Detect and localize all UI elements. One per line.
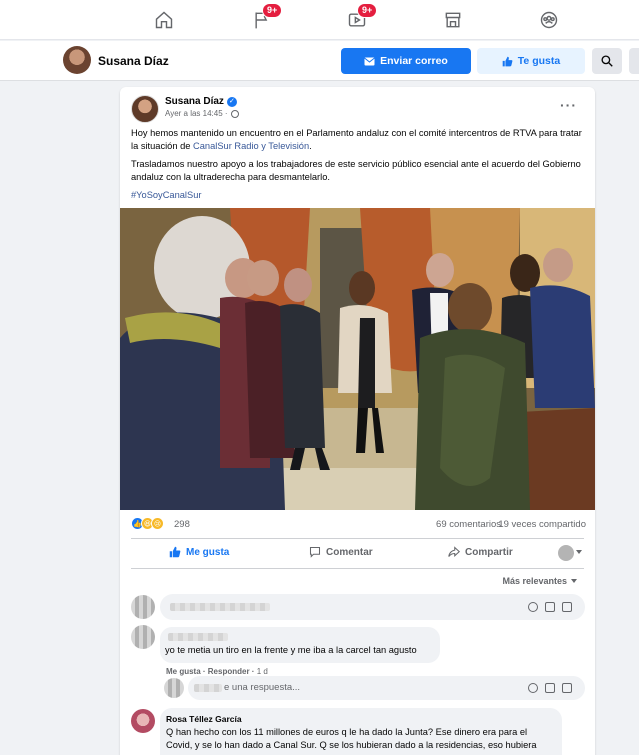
comment-action-button[interactable]: Comentar [309, 546, 373, 558]
envelope-icon [364, 57, 375, 65]
post-paragraph-2: Trasladamos nuestro apoyo a los trabajad… [131, 159, 581, 182]
groups-icon [540, 11, 558, 29]
avatar[interactable] [131, 595, 155, 619]
send-email-label: Enviar correo [380, 55, 448, 67]
redacted-name [168, 633, 228, 641]
thumbs-up-icon [169, 546, 181, 558]
divider [131, 538, 584, 539]
share-icon [448, 546, 460, 557]
reply-input-tools [528, 683, 572, 693]
avatar[interactable] [131, 625, 155, 649]
comment-input-tools [528, 602, 572, 612]
emoji-icon[interactable] [528, 683, 538, 693]
page-like-label: Te gusta [517, 55, 561, 67]
post-options-icon[interactable]: ··· [560, 97, 577, 113]
chevron-down-icon [571, 579, 577, 583]
divider [131, 568, 584, 569]
comment-reply-link[interactable]: Responder [208, 667, 250, 676]
comment-author[interactable]: Rosa Téllez García [166, 714, 242, 724]
nav-marketplace[interactable] [439, 6, 467, 34]
chevron-down-icon[interactable] [576, 550, 582, 554]
page-search-button[interactable] [592, 48, 622, 74]
sort-label: Más relevantes [502, 576, 567, 586]
canalsur-link[interactable]: CanalSur Radio y Televisión [193, 141, 309, 151]
page-avatar[interactable] [63, 46, 91, 74]
verified-badge-icon: ✓ [226, 96, 237, 107]
nav-pages[interactable]: 9+ [248, 3, 283, 34]
comment-icon [309, 546, 321, 558]
comment-text-line-1: Q han hecho con los 11 millones de euros… [166, 727, 528, 737]
comment-action-label: Comentar [326, 546, 373, 558]
reply-placeholder: e una respuesta... [224, 682, 301, 693]
top-navigation: 9+ 9+ [0, 0, 639, 40]
comment-text: yo te metia un tiro en la frente y me ib… [165, 645, 417, 655]
gif-icon[interactable] [562, 602, 572, 612]
store-icon [445, 12, 461, 28]
page-more-button[interactable] [629, 48, 639, 74]
gif-icon[interactable] [562, 683, 572, 693]
reactions-count[interactable]: 298 [174, 519, 190, 530]
search-icon [601, 55, 613, 67]
share-action-button[interactable]: Compartir [448, 546, 513, 558]
send-email-button[interactable]: Enviar correo [341, 48, 471, 74]
camera-icon[interactable] [545, 602, 555, 612]
avatar[interactable] [131, 709, 155, 733]
post-body: Hoy hemos mantenido un encuentro en el P… [131, 127, 587, 207]
post-actions: Me gusta Comentar Compartir [131, 542, 584, 566]
emoji-icon[interactable] [528, 602, 538, 612]
comments-count[interactable]: 69 comentarios [436, 519, 501, 530]
share-action-label: Compartir [465, 546, 513, 558]
post-timestamp[interactable]: Ayer a las 14:45 · [165, 109, 239, 118]
comment-sort-dropdown[interactable]: Más relevantes [502, 576, 577, 586]
redacted-text [194, 684, 222, 692]
nav-home[interactable] [150, 6, 178, 34]
like-action-label: Me gusta [186, 546, 230, 558]
camera-icon[interactable] [545, 683, 555, 693]
home-icon [155, 11, 173, 29]
redacted-text [170, 603, 270, 611]
like-action-button[interactable]: Me gusta [169, 546, 229, 558]
page-profile-bar: Susana Díaz Enviar correo Te gusta [0, 41, 639, 81]
comment-like-link[interactable]: Me gusta [166, 667, 201, 676]
comment-input[interactable] [160, 594, 585, 620]
nav-groups[interactable] [535, 6, 563, 34]
avatar[interactable] [164, 678, 184, 698]
post-paragraph-1: Hoy hemos mantenido un encuentro en el P… [131, 128, 582, 151]
shares-count[interactable]: 19 veces compartido [498, 519, 586, 530]
post-time: Ayer a las 14:45 · [165, 109, 228, 118]
nav-watch[interactable]: 9+ [343, 3, 378, 34]
reaction-icons[interactable]: 👍 😆 😢 [131, 517, 164, 530]
post-card: Susana Díaz ✓ Ayer a las 14:45 · ··· Hoy… [120, 87, 595, 755]
page-like-button[interactable]: Te gusta [477, 48, 585, 74]
page-name[interactable]: Susana Díaz [98, 54, 169, 68]
reply-input[interactable]: e una respuesta... [188, 676, 585, 700]
author-avatar[interactable] [131, 95, 159, 123]
comment-text-line-2: Covid, y se lo han dado a Canal Sur. Q s… [166, 740, 537, 750]
hashtag-link[interactable]: #YoSoyCanalSur [131, 189, 587, 202]
comment-time[interactable]: 1 d [257, 667, 268, 676]
notification-badge: 9+ [262, 3, 283, 18]
comment-bubble: Rosa Téllez García Q han hecho con los 1… [160, 708, 562, 755]
comment-bubble: yo te metia un tiro en la frente y me ib… [160, 627, 440, 663]
post-author[interactable]: Susana Díaz ✓ [165, 96, 237, 107]
reaction-identity-avatar[interactable] [558, 545, 574, 561]
sad-reaction-icon: 😢 [151, 517, 164, 530]
reactions-summary: 👍 😆 😢 298 69 comentarios 19 veces compar… [131, 517, 586, 533]
notification-badge: 9+ [357, 3, 378, 18]
comment-actions: Me gusta · Responder · 1 d [166, 667, 268, 676]
thumbs-up-icon [502, 56, 513, 66]
globe-icon [230, 109, 239, 118]
post-photo[interactable] [120, 208, 595, 510]
meeting-photo [120, 208, 595, 510]
author-name: Susana Díaz [165, 96, 224, 107]
